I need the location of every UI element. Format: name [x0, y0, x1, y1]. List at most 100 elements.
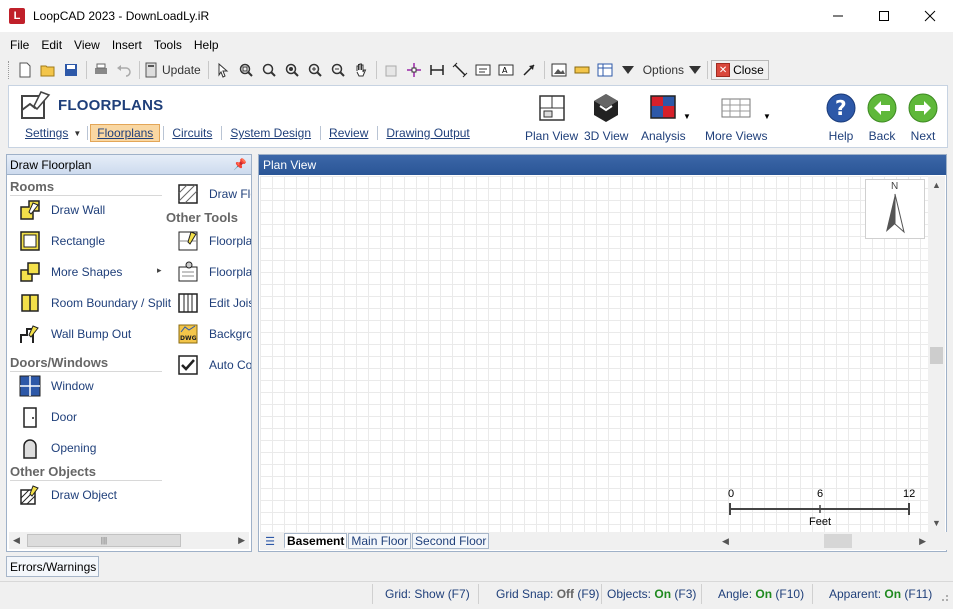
- tab-floorplans[interactable]: Floorplans: [90, 124, 161, 142]
- floor-list-icon[interactable]: ☰: [260, 533, 280, 549]
- draw-flo-tool[interactable]: Draw Flo: [177, 181, 251, 207]
- status-grid-snap[interactable]: Grid Snap: Off (F9): [496, 587, 599, 601]
- floorplan-tool-2[interactable]: Floorplan: [177, 259, 251, 285]
- tab-drawing-output[interactable]: Drawing Output: [380, 125, 475, 141]
- room-boundary-tool[interactable]: Room Boundary / Split: [19, 290, 171, 316]
- undo-button[interactable]: [113, 59, 135, 81]
- status-angle[interactable]: Angle: On (F10): [718, 587, 804, 601]
- opening-tool[interactable]: Opening: [19, 435, 96, 461]
- print-button[interactable]: [90, 59, 112, 81]
- table-dropdown[interactable]: [617, 59, 639, 81]
- scroll-left-icon[interactable]: ◀: [13, 535, 20, 546]
- rectangle-tool[interactable]: Rectangle: [19, 228, 105, 254]
- scroll-down-icon[interactable]: ▼: [932, 518, 941, 528]
- floorplan-tool-1[interactable]: Floorplan: [177, 228, 251, 254]
- menu-file[interactable]: File: [0, 38, 35, 52]
- edit-joist-label: Edit Joist: [209, 296, 251, 310]
- dimension-button[interactable]: [426, 59, 448, 81]
- close-drawing-button[interactable]: ✕ Close: [711, 60, 769, 80]
- save-button[interactable]: [60, 59, 82, 81]
- menu-edit[interactable]: Edit: [35, 38, 68, 52]
- menu-view[interactable]: View: [68, 38, 106, 52]
- window-tool[interactable]: Window: [19, 373, 94, 399]
- tab-second-floor[interactable]: Second Floor: [412, 533, 490, 549]
- dimension-icon: [429, 65, 444, 75]
- zoom-window-button[interactable]: [235, 59, 257, 81]
- paste-button[interactable]: [380, 59, 402, 81]
- select-button[interactable]: [212, 59, 234, 81]
- canvas-vertical-scrollbar[interactable]: ▲ ▼: [928, 176, 945, 532]
- joist-icon: [178, 293, 198, 313]
- more-views-button[interactable]: More Views: [705, 92, 767, 143]
- label-button[interactable]: A: [495, 59, 517, 81]
- door-tool[interactable]: Door: [19, 404, 77, 430]
- zoom-out-button[interactable]: [327, 59, 349, 81]
- drawing-canvas[interactable]: N 0 6 12 Feet: [260, 176, 930, 532]
- tab-settings[interactable]: Settings: [19, 125, 74, 141]
- zoom-in-button[interactable]: [304, 59, 326, 81]
- analysis-label: Analysis: [641, 129, 686, 143]
- edit-joist-tool[interactable]: Edit Joist: [177, 290, 251, 316]
- image-button[interactable]: [548, 59, 570, 81]
- menu-insert[interactable]: Insert: [106, 38, 148, 52]
- background-tool[interactable]: DWG Backgrou: [177, 321, 251, 347]
- zoom-extents-button[interactable]: [281, 59, 303, 81]
- resize-grip-icon[interactable]: [937, 590, 949, 602]
- scroll-thumb[interactable]: |||: [27, 534, 181, 547]
- analysis-dropdown-icon[interactable]: ▼: [683, 112, 691, 121]
- more-shapes-tool[interactable]: More Shapes: [19, 259, 122, 285]
- analysis-button[interactable]: Analysis: [641, 92, 686, 143]
- help-button[interactable]: ? Help: [825, 92, 857, 143]
- status-grid[interactable]: Grid: Show (F7): [385, 587, 470, 601]
- pan-button[interactable]: [350, 59, 372, 81]
- minimize-button[interactable]: [815, 0, 861, 32]
- errors-warnings-tab[interactable]: Errors/Warnings: [6, 556, 99, 577]
- scroll-right-icon[interactable]: ▶: [919, 536, 926, 547]
- new-file-button[interactable]: [14, 59, 36, 81]
- draw-object-tool[interactable]: Draw Object: [19, 482, 117, 508]
- draw-wall-tool[interactable]: Draw Wall: [19, 197, 105, 223]
- back-button[interactable]: Back: [866, 92, 898, 143]
- tab-system-design[interactable]: System Design: [224, 125, 317, 141]
- options-button[interactable]: Options: [640, 59, 703, 81]
- app-icon[interactable]: L: [9, 8, 25, 24]
- panel-horizontal-scrollbar[interactable]: ◀ ||| ▶: [9, 532, 249, 549]
- plan-view-button[interactable]: Plan View: [525, 92, 578, 143]
- menu-tools[interactable]: Tools: [148, 38, 188, 52]
- update-button[interactable]: Update: [143, 59, 204, 81]
- pin-icon[interactable]: 📌: [233, 158, 247, 171]
- canvas-horizontal-scrollbar[interactable]: ◀ ▶: [718, 533, 930, 549]
- next-button[interactable]: Next: [907, 92, 939, 143]
- zoom-previous-button[interactable]: [258, 59, 280, 81]
- more-views-dropdown-icon[interactable]: ▼: [763, 112, 771, 121]
- aligned-dimension-button[interactable]: [449, 59, 471, 81]
- wall-bump-out-tool[interactable]: Wall Bump Out: [19, 321, 131, 347]
- maximize-button[interactable]: [861, 0, 907, 32]
- status-objects[interactable]: Objects: On (F3): [607, 587, 696, 601]
- tab-basement[interactable]: Basement: [284, 533, 348, 549]
- scroll-thumb[interactable]: [930, 347, 943, 364]
- menu-help[interactable]: Help: [188, 38, 225, 52]
- auto-cor-tool[interactable]: Auto Cor: [177, 352, 251, 378]
- status-apparent[interactable]: Apparent: On (F11): [829, 587, 932, 601]
- 3d-view-button[interactable]: 3D View: [584, 92, 628, 143]
- text-note-button[interactable]: [472, 59, 494, 81]
- settings-dropdown-icon[interactable]: ▼: [73, 129, 81, 138]
- toolbar-grip[interactable]: [8, 61, 11, 79]
- leader-arrow-button[interactable]: [518, 59, 540, 81]
- open-file-button[interactable]: [37, 59, 59, 81]
- tab-circuits[interactable]: Circuits: [166, 125, 218, 141]
- table-button[interactable]: [594, 59, 616, 81]
- scroll-right-icon[interactable]: ▶: [238, 535, 245, 546]
- paste-icon: [385, 65, 397, 77]
- snap-point-button[interactable]: [403, 59, 425, 81]
- tab-main-floor[interactable]: Main Floor: [348, 533, 412, 549]
- scroll-thumb[interactable]: [824, 534, 852, 548]
- close-window-button[interactable]: [907, 0, 953, 32]
- measure-button[interactable]: [571, 59, 593, 81]
- scroll-up-icon[interactable]: ▲: [932, 180, 941, 190]
- room-boundary-label: Room Boundary / Split: [51, 296, 172, 310]
- tab-review[interactable]: Review: [323, 125, 374, 141]
- scroll-left-icon[interactable]: ◀: [722, 536, 729, 547]
- arrow-right-icon: [908, 93, 938, 123]
